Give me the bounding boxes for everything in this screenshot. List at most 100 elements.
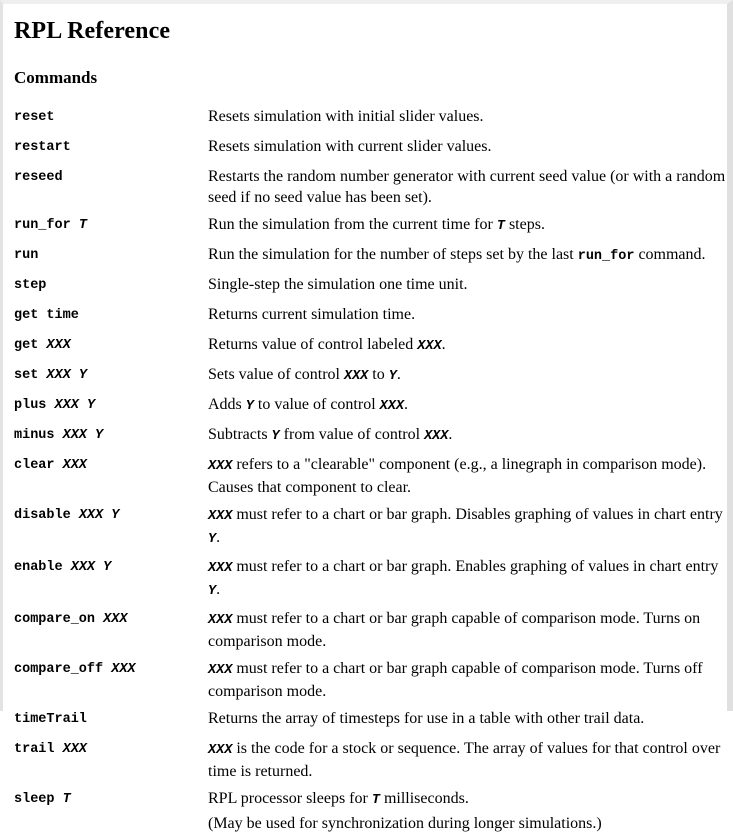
command-description-compare-on: XXX must refer to a chart or bar graph c… xyxy=(208,608,726,658)
description-text: XXX must refer to a chart or bar graph. … xyxy=(208,556,726,602)
description-text: Returns value of control labeled XXX. xyxy=(208,334,726,357)
param-xxx: XXX xyxy=(208,613,233,629)
command-syntax-plus: plus XXX Y xyxy=(14,394,208,424)
table-row: clear XXX XXX refers to a "clearable" co… xyxy=(14,454,726,504)
command-description-compare-off: XXX must refer to a chart or bar graph c… xyxy=(208,658,726,708)
command-syntax: sleep T xyxy=(14,788,208,812)
command-name: enable xyxy=(14,560,71,576)
commands-table: reset Resets simulation with initial sli… xyxy=(14,106,726,840)
table-row: sleep T RPL processor sleeps for T milli… xyxy=(14,788,726,840)
command-name: reset xyxy=(14,110,55,126)
command-name: run xyxy=(14,248,39,264)
command-description-step: Single-step the simulation one time unit… xyxy=(208,274,726,304)
description-fragment: Run the simulation for the number of ste… xyxy=(208,246,578,264)
command-name: clear xyxy=(14,458,63,474)
description-text: XXX is the code for a stock or sequence.… xyxy=(208,738,726,782)
command-param-xxx: XXX xyxy=(62,458,87,474)
description-fragment: must refer to a chart or bar graph capab… xyxy=(208,660,703,701)
command-syntax-get-time: get time xyxy=(14,304,208,334)
description-text: Subtracts Y from value of control XXX. xyxy=(208,424,726,447)
command-syntax-run-for: run_for T xyxy=(14,214,208,244)
param-xxx: XXX xyxy=(208,743,233,759)
command-description-minus: Subtracts Y from value of control XXX. xyxy=(208,424,726,454)
table-row: run Run the simulation for the number of… xyxy=(14,244,726,274)
command-syntax-clear: clear XXX xyxy=(14,454,208,504)
command-param-xxx: XXX xyxy=(78,508,104,524)
description-fragment: Subtracts xyxy=(208,426,272,444)
description-text: Returns the array of timesteps for use i… xyxy=(208,710,645,728)
page-title: RPL Reference xyxy=(14,18,171,44)
param-xxx: XXX xyxy=(424,429,449,445)
description-fragment: RPL processor sleeps for xyxy=(208,790,372,808)
command-name: timeTrail xyxy=(14,712,87,728)
command-description-reseed: Restarts the random number generator wit… xyxy=(208,166,726,214)
table-row: plus XXX Y Adds Y to value of control XX… xyxy=(14,394,726,424)
param-y: Y xyxy=(208,584,217,600)
description-fragment: to xyxy=(368,366,389,384)
description-fragment: . xyxy=(403,396,408,414)
document-content: RPL Reference Commands reset Resets simu… xyxy=(3,18,727,840)
description-fragment: . xyxy=(216,581,221,599)
table-row: compare_on XXX XXX must refer to a chart… xyxy=(14,608,726,658)
description-text: Resets simulation with initial slider va… xyxy=(208,108,484,126)
description-fragment: Returns value of control labeled xyxy=(208,336,418,354)
table-row: minus XXX Y Subtracts Y from value of co… xyxy=(14,424,726,454)
command-param-y: Y xyxy=(103,560,112,576)
command-param-xxx: XXX xyxy=(111,662,136,678)
command-syntax-enable: enable XXX Y xyxy=(14,556,208,608)
command-name: set xyxy=(14,368,47,384)
description-text: Restarts the random number generator wit… xyxy=(208,168,726,207)
description-text: Run the simulation from the current time… xyxy=(208,214,726,237)
command-description-clear: XXX refers to a "clearable" component (e… xyxy=(208,454,726,504)
document-page: RPL Reference Commands reset Resets simu… xyxy=(0,0,733,832)
description-text: XXX must refer to a chart or bar graph. … xyxy=(208,504,726,550)
param-t: T xyxy=(371,793,380,809)
command-syntax-trail: trail XXX xyxy=(14,738,208,788)
description-text: Single-step the simulation one time unit… xyxy=(208,276,468,294)
param-xxx: XXX xyxy=(208,561,233,577)
command-param-y: Y xyxy=(78,368,87,384)
command-param-y: Y xyxy=(111,508,120,524)
command-reference-run-for: run_for xyxy=(577,249,635,265)
command-syntax-minus: minus XXX Y xyxy=(14,424,208,454)
command-syntax: compare_off XXX xyxy=(14,658,208,682)
command-description-get-time: Returns current simulation time. xyxy=(208,304,726,334)
table-row: trail XXX XXX is the code for a stock or… xyxy=(14,738,726,788)
command-syntax: set XXX Y xyxy=(14,364,208,388)
table-row: compare_off XXX XXX must refer to a char… xyxy=(14,658,726,708)
command-syntax-disable: disable XXX Y xyxy=(14,504,208,556)
command-name: get time xyxy=(14,308,79,324)
section-heading-commands: Commands xyxy=(14,68,98,88)
command-syntax: trail XXX xyxy=(14,738,208,762)
command-description-trail: XXX is the code for a stock or sequence.… xyxy=(208,738,726,788)
command-name: minus xyxy=(14,428,63,444)
table-row: timeTrail Returns the array of timesteps… xyxy=(14,708,726,738)
param-xxx: XXX xyxy=(343,369,369,385)
param-xxx: XXX xyxy=(417,339,442,355)
command-description-run-for: Run the simulation from the current time… xyxy=(208,214,726,244)
command-syntax: compare_on XXX xyxy=(14,608,208,632)
command-name: reseed xyxy=(14,170,63,186)
command-description-set: Sets value of control XXX to Y. xyxy=(208,364,726,394)
description-fragment: refers to a "clearable" component (e.g.,… xyxy=(208,456,707,497)
command-name: compare_off xyxy=(14,662,112,678)
param-xxx: XXX xyxy=(379,399,404,415)
command-syntax-restart: restart xyxy=(14,136,208,166)
description-fragment: must refer to a chart or bar graph. Enab… xyxy=(232,558,719,576)
table-row: disable XXX Y XXX must refer to a chart … xyxy=(14,504,726,556)
table-row: enable XXX Y XXX must refer to a chart o… xyxy=(14,556,726,608)
command-param-xxx: XXX xyxy=(70,560,96,576)
description-fragment: steps. xyxy=(504,216,545,234)
command-param-xxx: XXX xyxy=(46,338,71,354)
description-text: Returns current simulation time. xyxy=(208,306,416,324)
description-fragment: . xyxy=(441,336,446,354)
command-syntax-reset: reset xyxy=(14,106,208,136)
description-fragment: milliseconds. xyxy=(379,790,469,808)
command-param-t: T xyxy=(78,218,87,234)
command-name: sleep xyxy=(14,792,63,808)
description-text: Run the simulation for the number of ste… xyxy=(208,244,726,267)
command-name: disable xyxy=(14,508,79,524)
command-syntax: minus XXX Y xyxy=(14,424,208,448)
